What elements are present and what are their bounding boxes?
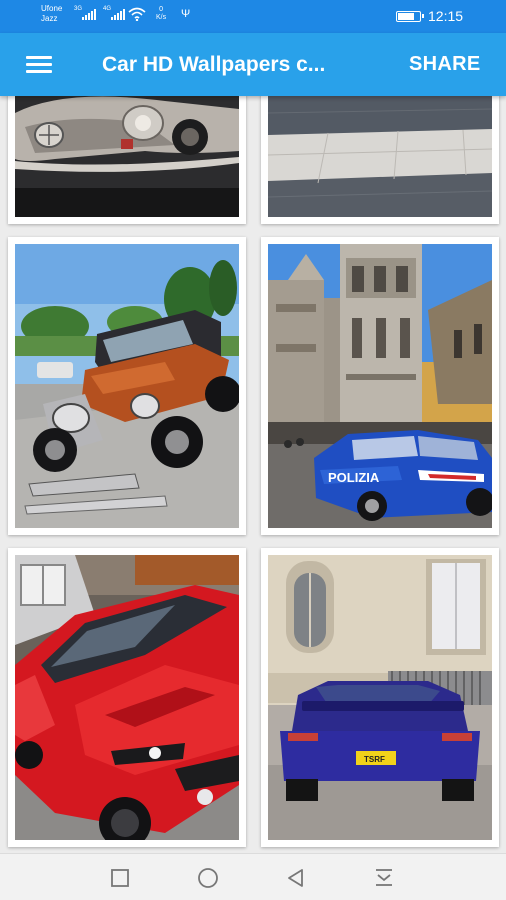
svg-text:POLIZIA: POLIZIA [328,470,380,485]
square-recent-apps-icon[interactable] [108,866,132,890]
carrier-name: Ufone [41,4,63,13]
signal-icon [111,9,125,20]
battery-level-fill [398,13,415,20]
carrier-labels: Ufone Jazz [41,4,62,24]
carrier-name-secondary: Jazz [41,14,58,23]
clock: 12:15 [428,8,464,24]
network-speed-unit: K/s [156,14,167,21]
network-type-label: 4G [103,6,112,12]
wallpaper-grid: POLIZIA TSRF [0,96,506,853]
wallpaper-card[interactable]: TSRF [261,548,499,847]
battery-icon [396,11,424,22]
wallpaper-card[interactable]: POLIZIA [261,237,499,535]
wallpaper-card[interactable] [8,548,246,847]
status-bar: Ufone Jazz 3G 4G 0 K/s Ψ 12:15 [0,0,506,33]
usb-icon: Ψ [181,8,191,20]
share-button[interactable]: SHARE [409,53,481,76]
wifi-icon [128,7,146,21]
svg-text:TSRF: TSRF [364,755,385,764]
wallpaper-image: POLIZIA [268,244,492,528]
wallpaper-card[interactable] [261,96,499,224]
network-type-label: 3G [74,6,83,12]
hamburger-menu-icon[interactable] [20,51,54,79]
wallpaper-image [15,244,239,528]
system-navigation-bar [0,853,506,900]
download-arrow-icon[interactable] [372,866,396,890]
network-speed-value: 0 [159,6,164,13]
wallpaper-image [268,96,492,217]
app-bar: Car HD Wallpapers c... SHARE [0,33,506,96]
wallpaper-image [15,555,239,840]
wallpaper-image: TSRF [268,555,492,840]
triangle-back-icon[interactable] [284,866,308,890]
signal-icon [82,9,96,20]
circle-home-icon[interactable] [196,866,220,890]
app-title: Car HD Wallpapers c... [102,53,326,76]
wallpaper-card[interactable] [8,237,246,535]
network-speed: 0 K/s [156,6,166,22]
wallpaper-card[interactable] [8,96,246,224]
wallpaper-image [15,96,239,217]
